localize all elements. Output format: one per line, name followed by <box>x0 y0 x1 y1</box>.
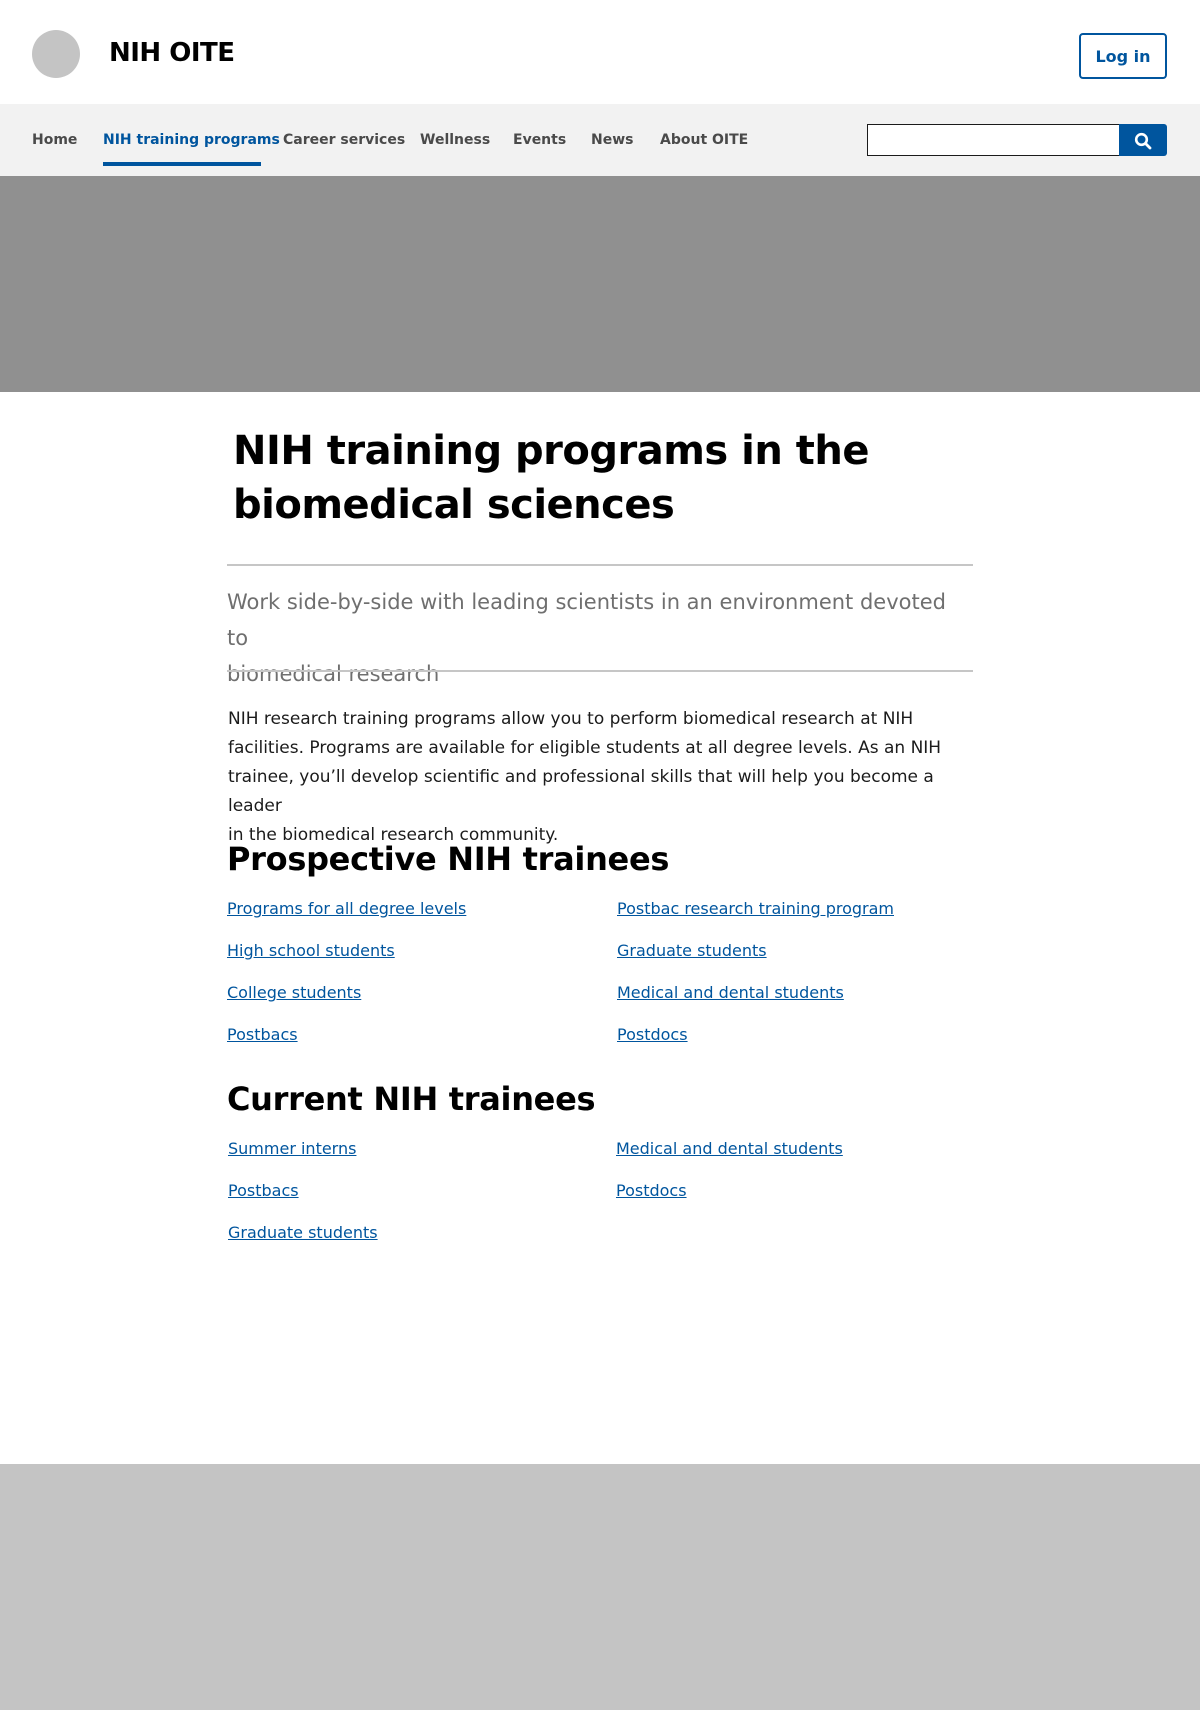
active-nav-indicator <box>103 162 261 166</box>
lede-line-1: Work side-by-side with leading scientist… <box>227 590 946 650</box>
current-trainees-heading: Current NIH trainees <box>227 1080 596 1118</box>
intro-paragraph: NIH research training programs allow you… <box>228 705 978 850</box>
login-button[interactable]: Log in <box>1079 33 1167 79</box>
site-footer <box>0 1464 1200 1710</box>
link-postdocs-current[interactable]: Postdocs <box>616 1181 687 1200</box>
link-graduate-students-prospective[interactable]: Graduate students <box>617 941 767 960</box>
intro-line: NIH research training programs allow you… <box>228 709 914 729</box>
main-nav: Home NIH training programs Career servic… <box>0 104 1200 176</box>
link-programs-all-degree-levels[interactable]: Programs for all degree levels <box>227 899 466 918</box>
lede-line-2: biomedical research <box>227 662 440 686</box>
hero-image <box>0 176 1200 392</box>
search-input[interactable] <box>867 124 1120 156</box>
link-postbacs-prospective[interactable]: Postbacs <box>227 1025 298 1044</box>
page-title: NIH training programs in the biomedical … <box>233 424 993 532</box>
nav-item-news[interactable]: News <box>591 132 633 148</box>
site-logo[interactable] <box>32 30 80 78</box>
nav-item-about-oite[interactable]: About OITE <box>660 132 748 148</box>
link-postdocs-prospective[interactable]: Postdocs <box>617 1025 688 1044</box>
nav-item-home[interactable]: Home <box>32 132 77 148</box>
link-medical-dental-prospective[interactable]: Medical and dental students <box>617 983 844 1002</box>
intro-line: facilities. Programs are available for e… <box>228 738 942 758</box>
link-medical-dental-current[interactable]: Medical and dental students <box>616 1139 843 1158</box>
site-header: NIH OITE Log in <box>0 0 1200 104</box>
lede-top-divider <box>227 564 973 566</box>
site-title[interactable]: NIH OITE <box>109 38 235 68</box>
nav-item-career-services[interactable]: Career services <box>283 132 405 148</box>
nav-item-events[interactable]: Events <box>513 132 566 148</box>
link-postbacs-current[interactable]: Postbacs <box>228 1181 299 1200</box>
link-postbac-research-training[interactable]: Postbac research training program <box>617 899 894 918</box>
search-button[interactable] <box>1119 124 1167 156</box>
page-title-line-1: NIH training programs in the <box>233 428 869 474</box>
page-title-line-2: biomedical sciences <box>233 482 675 528</box>
link-summer-interns[interactable]: Summer interns <box>228 1139 356 1158</box>
lede-bottom-divider <box>227 670 973 672</box>
link-college-students[interactable]: College students <box>227 983 361 1002</box>
lede-text: Work side-by-side with leading scientist… <box>227 584 973 692</box>
nav-item-wellness[interactable]: Wellness <box>420 132 490 148</box>
link-graduate-students-current[interactable]: Graduate students <box>228 1223 378 1242</box>
intro-line: trainee, you’ll develop scientific and p… <box>228 767 934 816</box>
nav-item-training-programs[interactable]: NIH training programs <box>103 132 280 148</box>
prospective-trainees-heading: Prospective NIH trainees <box>227 840 670 878</box>
link-high-school-students[interactable]: High school students <box>227 941 395 960</box>
search-icon <box>1134 132 1152 150</box>
